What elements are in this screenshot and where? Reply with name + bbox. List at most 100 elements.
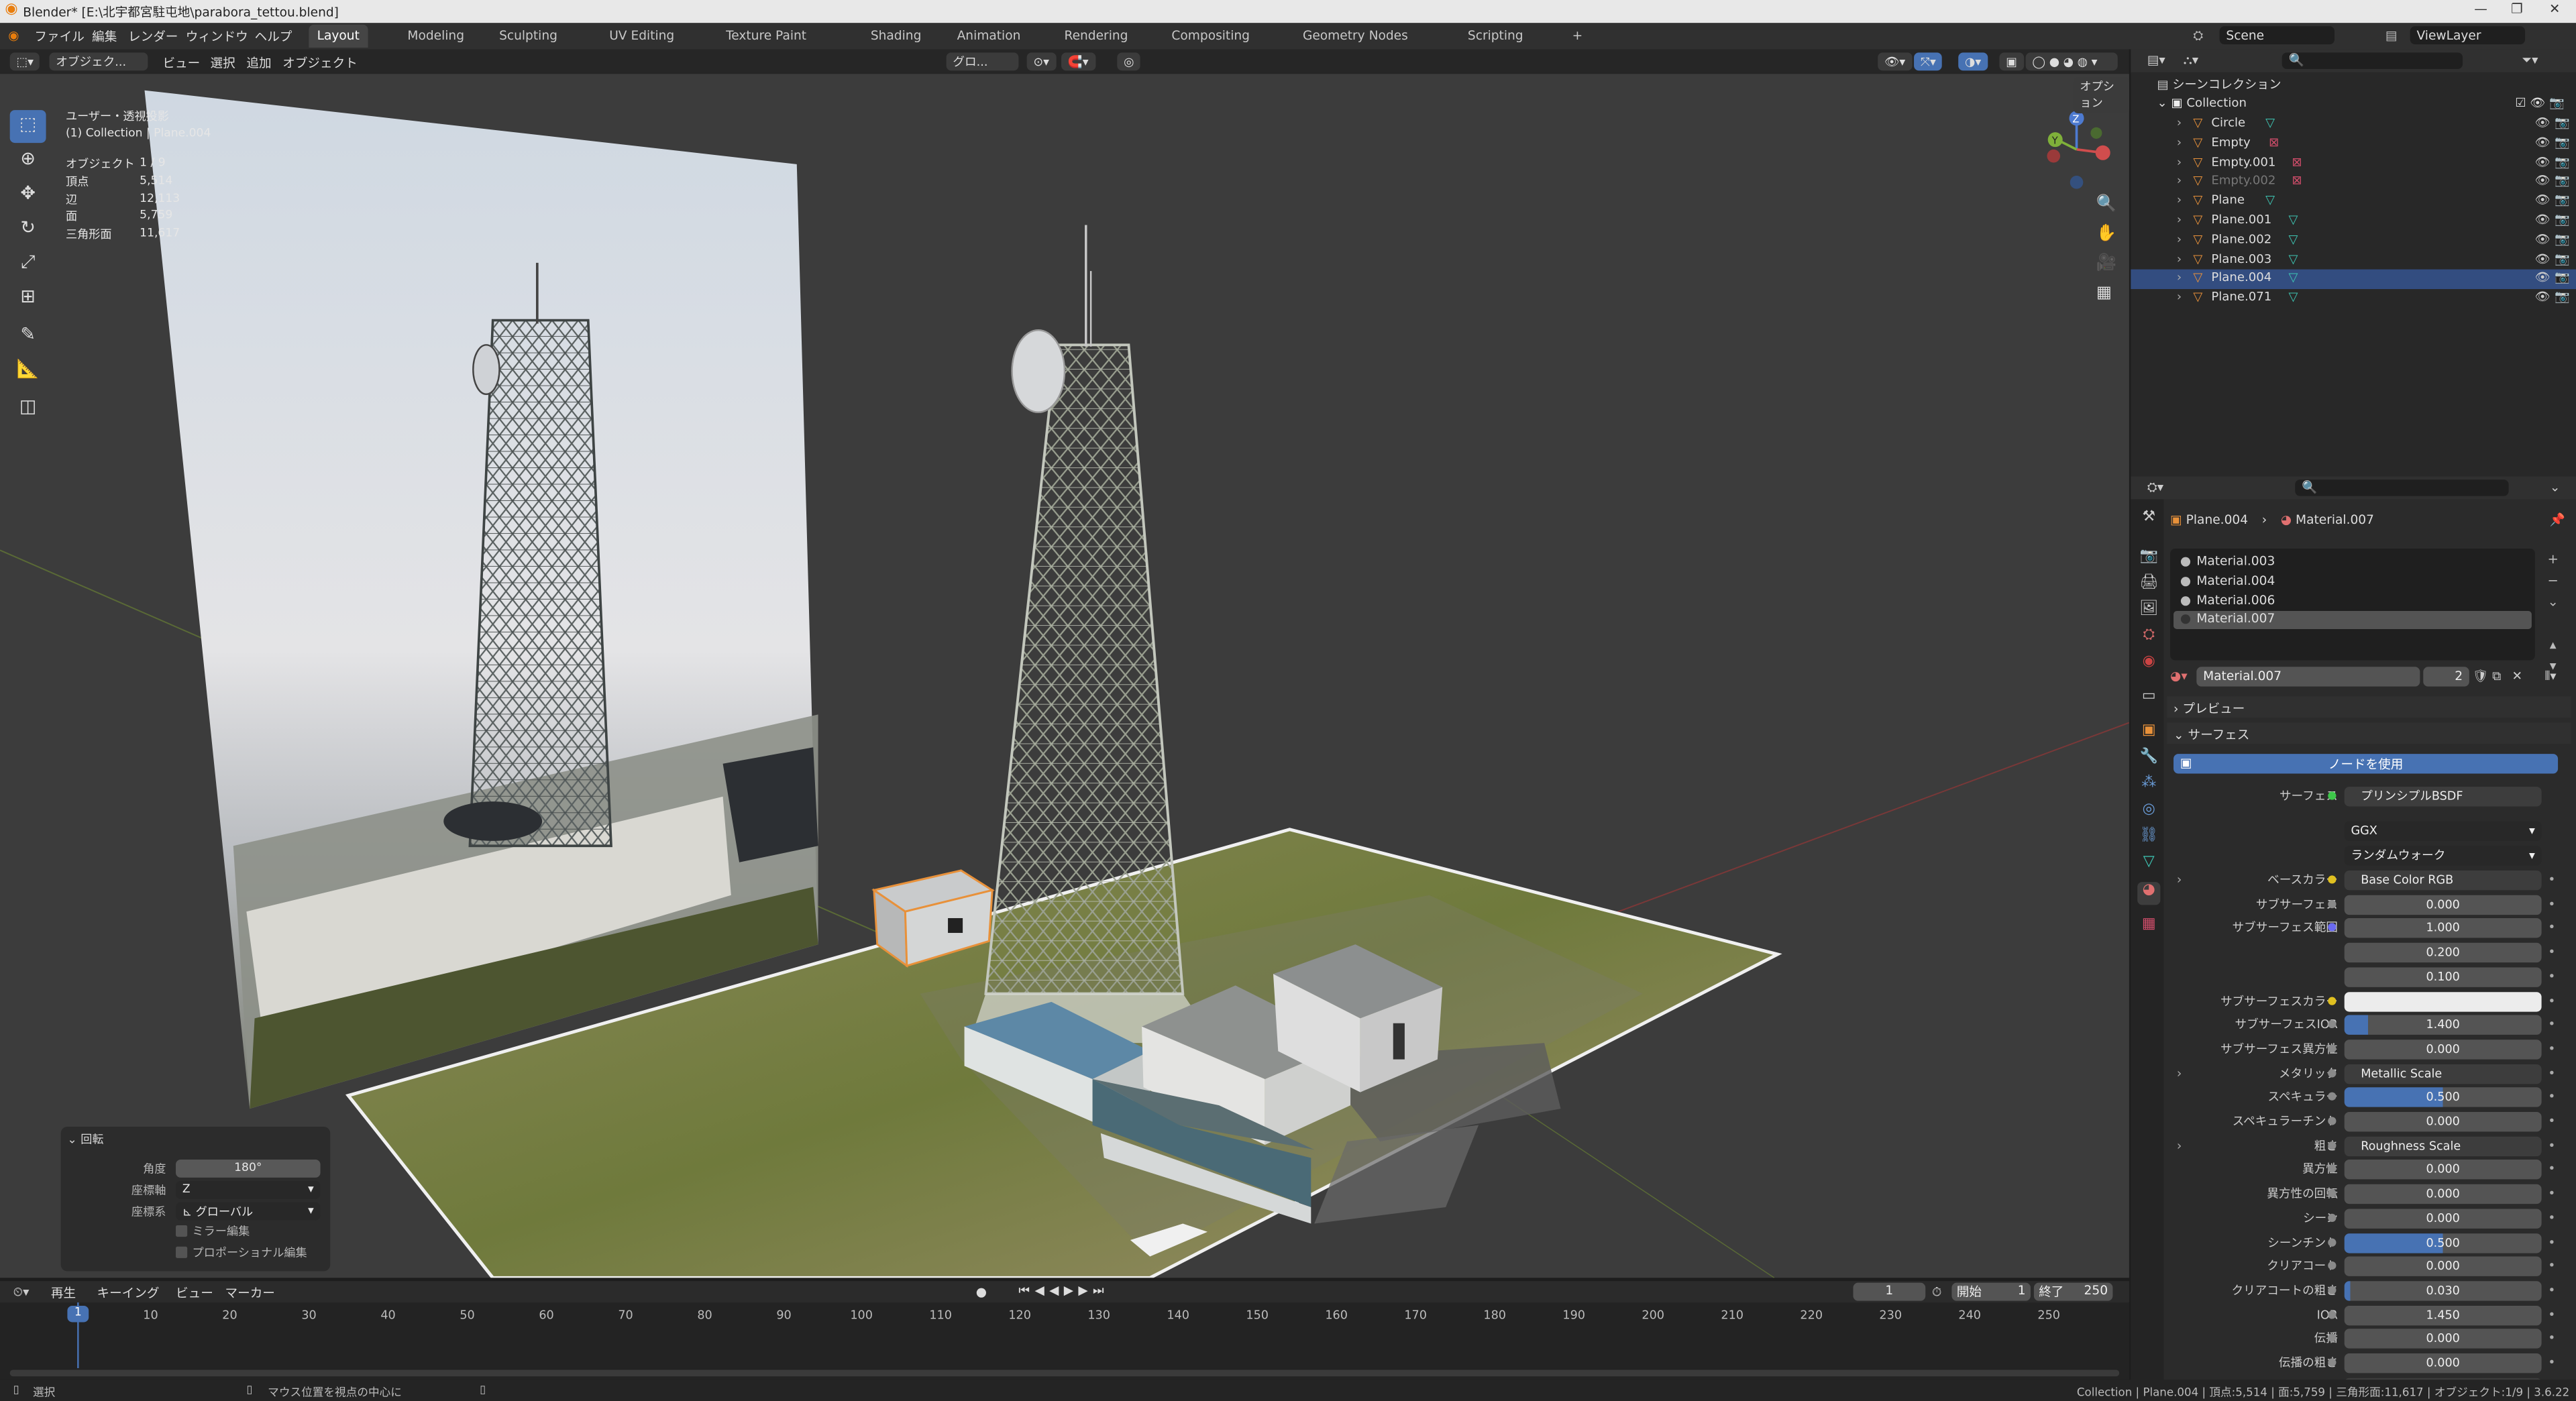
visibility-eye-icon[interactable]: 👁 <box>2535 173 2551 188</box>
operator-title[interactable]: ⌄ 回転 <box>67 1131 103 1147</box>
empty-data-icon[interactable]: ⊠ <box>2292 173 2302 188</box>
xray-icon[interactable]: ▣ <box>1999 52 2024 71</box>
keyframe-dot-icon[interactable]: • <box>2548 1331 2555 1345</box>
transform-orientation[interactable]: グロ... <box>946 52 1019 71</box>
material-slot[interactable]: ● Material.004 <box>2174 573 2532 591</box>
keyframe-dot-icon[interactable]: • <box>2548 1282 2555 1297</box>
outliner-item[interactable]: › ▽ Empty.002 ⊠ 👁 📷 <box>2131 173 2576 192</box>
mesh-data-icon[interactable]: ▽ <box>2265 192 2275 207</box>
mesh-data-icon[interactable]: ▽ <box>2288 251 2298 266</box>
expand-icon[interactable]: › <box>2177 270 2182 285</box>
keyframe-dot-icon[interactable]: • <box>2548 1355 2555 1369</box>
bsdf-value-field[interactable]: 0.500 <box>2344 1087 2542 1108</box>
add-workspace-button[interactable]: + <box>1564 25 1591 48</box>
render-camera-icon[interactable]: 📷 <box>2555 154 2570 168</box>
data-tab-icon[interactable]: ▽ <box>2137 854 2160 877</box>
texture-tab-icon[interactable]: ▦ <box>2137 917 2160 940</box>
bsdf-value-field[interactable]: 0.030 <box>2344 1280 2542 1301</box>
particles-tab-icon[interactable]: ⁂ <box>2137 775 2160 798</box>
keyframe-dot-icon[interactable]: • <box>2548 1186 2555 1200</box>
collection-row[interactable]: ⌄ ▣ Collection ☑ 👁 📷 <box>2131 95 2576 115</box>
socket-icon[interactable] <box>2328 1117 2337 1125</box>
surface-panel-header[interactable]: ⌄ サーフェス <box>2167 722 2571 744</box>
minimize-icon[interactable]: — <box>2464 1 2497 21</box>
mesh-data-icon[interactable]: ▽ <box>2288 289 2298 304</box>
keyframe-dot-icon[interactable]: • <box>2548 1234 2555 1249</box>
expand-icon[interactable]: › <box>2177 212 2182 227</box>
select-tool-icon[interactable]: ⬚ <box>9 110 46 144</box>
zoom-icon[interactable]: 🔍 <box>2096 195 2116 213</box>
proportional-checkbox[interactable] <box>176 1246 188 1258</box>
material-slot[interactable]: ● Material.003 <box>2174 553 2532 571</box>
filter-icon[interactable]: ⏷▾ <box>2522 52 2538 68</box>
ortho-toggle-icon[interactable]: ▦ <box>2096 284 2112 302</box>
socket-icon[interactable] <box>2328 875 2337 884</box>
keyframe-dot-icon[interactable]: • <box>2548 1089 2555 1104</box>
visibility-eye-icon[interactable]: 👁 <box>2535 270 2551 285</box>
visibility-eye-icon[interactable]: 👁 <box>2535 134 2551 149</box>
keyframe-dot-icon[interactable]: • <box>2548 1113 2555 1128</box>
visibility-eye-icon[interactable]: 👁 <box>2535 192 2551 207</box>
keyframe-dot-icon[interactable]: • <box>2548 1137 2555 1152</box>
snap-icon[interactable]: 🧲▾ <box>1061 52 1095 71</box>
properties-search[interactable]: 🔍 <box>2295 480 2509 496</box>
cursor-tool-icon[interactable]: ⊕ <box>10 145 46 178</box>
render-camera-icon[interactable]: 📷 <box>2555 192 2570 207</box>
expand-icon[interactable]: › <box>2177 115 2182 129</box>
properties-options-icon[interactable]: ⌄ <box>2550 480 2561 494</box>
socket-icon[interactable] <box>2328 899 2337 908</box>
axis-dropdown[interactable]: Z ▾ <box>176 1180 321 1199</box>
view-layer-selector[interactable]: ViewLayer <box>2410 26 2526 45</box>
visibility-eye-icon[interactable]: 👁 <box>2535 289 2551 304</box>
timeline-ruler[interactable]: 10 20 30 40 50 60 70 80 90 100 110 120 130 140 150 160 1… <box>0 1281 2129 1380</box>
visibility-eye-icon[interactable]: 👁 <box>2535 231 2551 246</box>
mode-selector[interactable]: オブジェク... <box>49 52 148 71</box>
move-tool-icon[interactable]: ✥ <box>10 179 46 212</box>
socket-icon[interactable] <box>2328 1044 2337 1053</box>
menu-window[interactable]: ウィンドウ <box>186 28 248 46</box>
gizmo-toggle-icon[interactable]: ⤧▾ <box>1914 52 1943 71</box>
socket-icon[interactable] <box>2328 1310 2337 1319</box>
render-camera-icon[interactable]: 📷 <box>2555 212 2570 227</box>
use-nodes-button[interactable]: ▣ ノードを使用 <box>2174 754 2559 774</box>
outliner-item[interactable]: › ▽ Plane ▽ 👁 📷 <box>2131 192 2576 212</box>
output-tab-icon[interactable]: 🖨 <box>2137 575 2160 598</box>
tab-geometry-nodes[interactable]: Geometry Nodes <box>1295 25 1416 48</box>
pivot-point-icon[interactable]: ⊙▾ <box>1026 52 1056 71</box>
material-name-field[interactable]: Material.007 <box>2196 667 2420 687</box>
scene-collection-row[interactable]: ▤ シーンコレクション <box>2131 76 2576 95</box>
subsurface-method-dropdown[interactable]: ランダムウォーク ▾ <box>2344 846 2542 866</box>
outliner-search[interactable]: 🔍 <box>2282 52 2463 69</box>
bsdf-value-field[interactable]: 0.000 <box>2344 894 2542 915</box>
scene-icon[interactable]: ⛭ <box>2193 28 2203 44</box>
physics-tab-icon[interactable]: ◎ <box>2137 801 2160 824</box>
tab-compositing[interactable]: Compositing <box>1163 25 1258 48</box>
render-camera-icon[interactable]: 📷 <box>2555 251 2570 266</box>
mesh-data-icon[interactable]: ▽ <box>2288 212 2298 227</box>
mesh-data-icon[interactable]: ▽ <box>2265 115 2275 129</box>
bsdf-link-field[interactable]: Roughness Scale <box>2344 1135 2542 1156</box>
tab-modeling[interactable]: Modeling <box>399 25 472 48</box>
options-button[interactable]: オプション <box>2073 77 2129 113</box>
keyframe-dot-icon[interactable]: • <box>2548 968 2555 983</box>
outliner-item[interactable]: › ▽ Plane.071 ▽ 👁 📷 <box>2131 289 2576 309</box>
expand-icon[interactable]: › <box>2177 154 2182 168</box>
keyframe-dot-icon[interactable]: • <box>2548 1210 2555 1225</box>
menu-help[interactable]: ヘルプ <box>255 28 292 46</box>
fake-user-icon[interactable]: 🛡 <box>2473 669 2489 683</box>
tab-scripting[interactable]: Scripting <box>1460 25 1532 48</box>
navigation-gizmo[interactable]: Z Y <box>2034 103 2116 189</box>
material-tab-icon[interactable]: ◕ <box>2137 882 2161 905</box>
bsdf-value-field[interactable]: 0.000 <box>2344 1111 2542 1132</box>
blender-menu-icon[interactable]: ◉ <box>8 28 19 43</box>
mesh-data-icon[interactable]: ▽ <box>2288 231 2298 246</box>
empty-data-icon[interactable]: ⊠ <box>2292 154 2302 168</box>
pan-icon[interactable]: ✋ <box>2096 225 2116 243</box>
bsdf-value-field[interactable]: 0.000 <box>2344 1256 2542 1277</box>
expand-icon[interactable]: › <box>2177 231 2182 246</box>
overlay-toggle-icon[interactable]: ◑▾ <box>1958 52 1988 71</box>
visibility-eye-icon[interactable]: 👁 <box>2535 251 2551 266</box>
collection-tab-icon[interactable]: ▭ <box>2137 688 2160 711</box>
bsdf-value-field[interactable]: 0.000 <box>2344 1184 2542 1204</box>
tool-tab-icon[interactable]: ⚒ <box>2137 509 2160 532</box>
